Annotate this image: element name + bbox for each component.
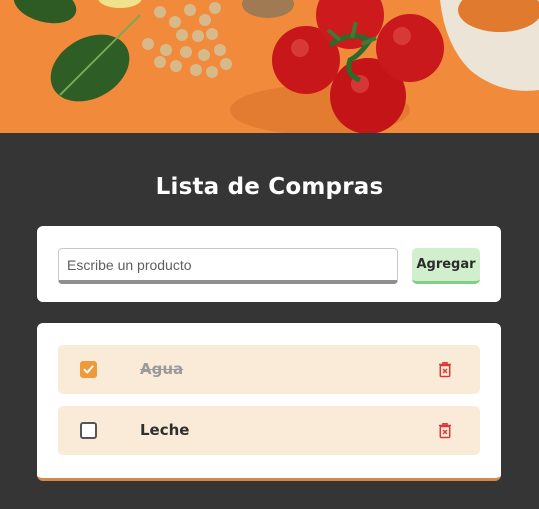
shopping-list-card: Agua Leche <box>37 323 501 481</box>
item-label: Agua <box>140 360 184 378</box>
product-input[interactable] <box>58 248 398 284</box>
delete-button[interactable] <box>437 422 453 439</box>
add-product-card: Agregar <box>37 226 501 302</box>
item-checkbox[interactable] <box>80 422 97 439</box>
list-item: Agua <box>58 345 480 394</box>
delete-button[interactable] <box>437 361 453 378</box>
trash-icon <box>439 423 451 439</box>
list-item: Leche <box>58 406 480 455</box>
item-label: Leche <box>140 421 190 439</box>
page-title: Lista de Compras <box>155 174 384 200</box>
header-banner-image <box>0 0 539 133</box>
item-checkbox[interactable] <box>80 361 97 378</box>
checkmark-icon <box>83 365 94 374</box>
trash-icon <box>439 362 451 378</box>
add-button[interactable]: Agregar <box>412 248 480 284</box>
